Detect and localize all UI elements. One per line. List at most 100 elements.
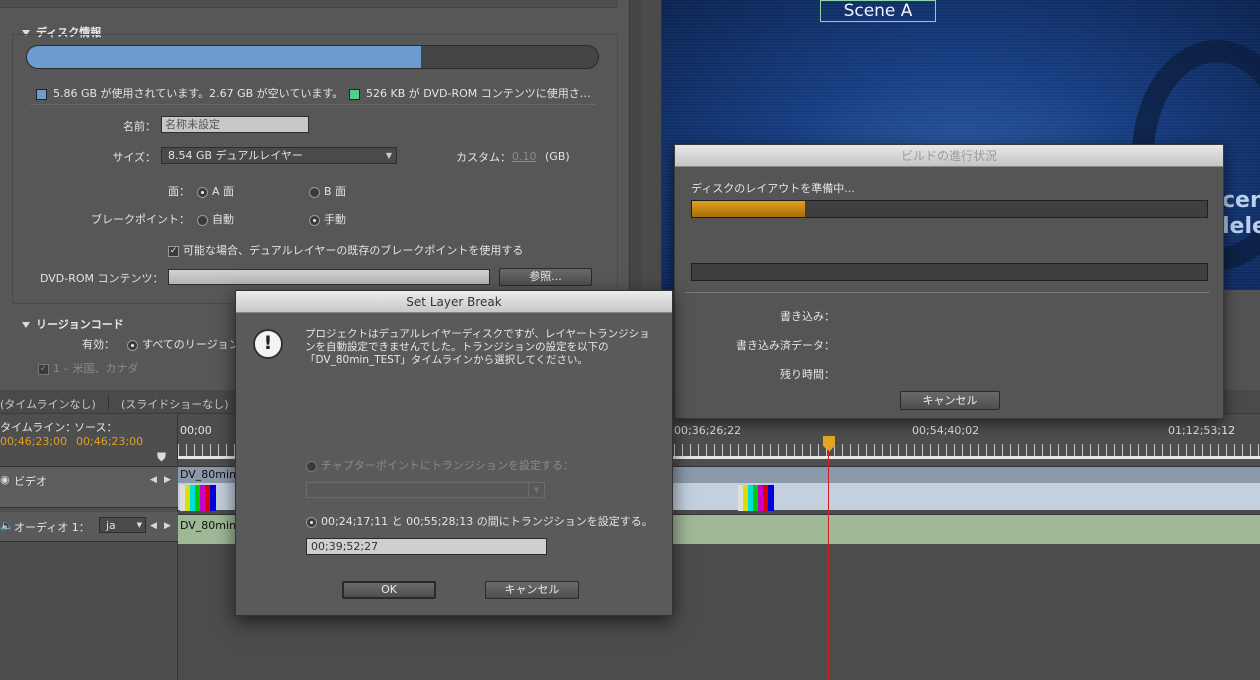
build-status-text: ディスクのレイアウトを準備中... — [691, 182, 855, 195]
custom-unit: (GB) — [545, 150, 570, 163]
rom-label: DVD-ROM コンテンツ： — [40, 272, 164, 285]
next-chapter-icon[interactable]: ▶ — [164, 475, 171, 485]
chapter-option-radio[interactable]: チャプターポイントにトランジションを設定する： — [306, 457, 574, 473]
used-legend-text: 5.86 GB が使用されています。2.67 GB が空いています。 — [53, 87, 344, 100]
remaining-label: 残り時間： — [780, 368, 835, 381]
disc-info-group — [12, 34, 618, 304]
dialog-message: プロジェクトはデュアルレイヤーディスクですが、レイヤートランジションを自動設定で… — [305, 328, 650, 366]
disc-usage-bar — [26, 45, 599, 69]
checkmark-icon: ✓ — [168, 245, 179, 257]
region-header[interactable]: リージョンコード — [22, 316, 124, 332]
build-progress-fill — [692, 201, 806, 217]
side-label: 面： — [168, 185, 190, 198]
write-label: 書き込み： — [780, 310, 835, 323]
ok-button[interactable]: OK — [342, 581, 436, 599]
radio-selected-icon — [127, 339, 138, 351]
side-a-radio[interactable]: A 面 — [197, 183, 234, 199]
monitor-edge-text: cen — [1222, 188, 1260, 213]
used-legend: 5.86 GB が使用されています。2.67 GB が空いています。 — [36, 85, 343, 101]
disc-usage-fill — [27, 46, 421, 68]
prev-chapter-icon[interactable]: ◀ — [150, 521, 157, 531]
all-regions-radio[interactable]: すべてのリージョン — [127, 336, 240, 352]
rom-legend-text: 526 KB が DVD-ROM コンテンツに使用さ… — [366, 87, 591, 100]
enabled-label: 有効： — [82, 338, 115, 351]
collapse-triangle-icon — [22, 322, 30, 328]
prev-chapter-icon[interactable]: ◀ — [150, 475, 157, 485]
monitor-edge-text-2: lele — [1222, 214, 1260, 239]
use-existing-label: 可能な場合、デュアルレイヤーの既存のブレークポイントを使用する — [183, 244, 524, 257]
ruler-label: 01;12;53;12 — [1168, 424, 1236, 437]
timeline-label: タイムライン： — [0, 421, 77, 434]
eye-icon[interactable]: ◉ — [0, 473, 10, 486]
radio-icon — [309, 186, 320, 198]
playhead-line — [828, 450, 829, 680]
video-track-label: ビデオ — [14, 475, 47, 488]
chapter-point-select[interactable]: ▼ — [306, 482, 545, 498]
ruler-label: 00;36;26;22 — [674, 424, 742, 437]
break-auto-label: 自動 — [212, 213, 234, 226]
alert-icon: ! — [253, 329, 283, 359]
audio-lang-value: ja — [106, 519, 116, 532]
build-progress-dialog: ビルドの進行状況 ディスクのレイアウトを準備中... 書き込み： 書き込み済デー… — [674, 144, 1224, 419]
break-manual-radio[interactable]: 手動 — [309, 211, 346, 227]
rom-legend: 526 KB が DVD-ROM コンテンツに使用さ… — [349, 85, 591, 101]
build-progress-bar — [691, 200, 1208, 218]
audio-clip-name: DV_80min — [180, 519, 237, 532]
break-manual-label: 手動 — [324, 213, 346, 226]
tab-timeline[interactable]: (タイムラインなし) — [0, 396, 96, 412]
name-label: 名前： — [123, 120, 156, 133]
build-secondary-bar — [691, 263, 1208, 281]
divider — [30, 104, 595, 105]
cancel-button[interactable]: キャンセル — [485, 581, 579, 599]
panel-splitter[interactable] — [641, 0, 662, 290]
radio-icon — [306, 460, 317, 472]
use-existing-checkbox[interactable]: ✓ 可能な場合、デュアルレイヤーの既存のブレークポイントを使用する — [168, 242, 523, 258]
name-field[interactable]: 名称未設定 — [161, 116, 309, 133]
break-auto-radio[interactable]: 自動 — [197, 211, 234, 227]
set-layer-break-dialog: Set Layer Break ! プロジェクトはデュアルレイヤーディスクですが… — [235, 290, 673, 616]
timeline-duration: 00;46;23;00 — [0, 435, 68, 448]
panel-top-strip — [0, 0, 618, 8]
chevron-down-icon: ▼ — [136, 521, 142, 529]
rom-path-field[interactable] — [168, 269, 490, 285]
radio-selected-icon — [306, 516, 317, 528]
audio-track-header: 🔈 オーディオ 1： ja ▼ ◀ ▶ — [0, 512, 178, 542]
radio-selected-icon — [197, 186, 208, 198]
region1-label: 1 – 米国、カナダ — [53, 362, 139, 375]
timecode-field[interactable]: 00;39;52;27 — [306, 538, 547, 555]
size-value: 8.54 GB デュアルレイヤー — [168, 149, 303, 162]
chevron-down-icon: ▼ — [385, 151, 392, 160]
custom-label: カスタム： — [456, 151, 511, 164]
tab-slideshow[interactable]: (スライドショーなし) — [121, 396, 229, 412]
add-marker-icon[interactable]: ⛊ — [157, 450, 166, 465]
source-duration: 00;46;23;00 — [76, 435, 144, 448]
speaker-icon[interactable]: 🔈 — [0, 519, 14, 532]
side-b-label: B 面 — [324, 185, 347, 198]
next-chapter-icon[interactable]: ▶ — [164, 521, 171, 531]
side-b-radio[interactable]: B 面 — [309, 183, 346, 199]
color-bars-thumbnail — [180, 485, 216, 511]
size-label: サイズ： — [112, 151, 156, 164]
browse-button[interactable]: 参照... — [499, 268, 592, 286]
all-regions-label: すべてのリージョン — [142, 338, 240, 351]
scene-button[interactable]: Scene A — [820, 0, 936, 22]
divider — [685, 292, 1210, 293]
ruler-label: 00;00 — [180, 424, 212, 437]
color-bars-thumbnail — [738, 485, 774, 511]
audio-track-label: オーディオ 1： — [14, 521, 90, 534]
audio-language-select[interactable]: ja ▼ — [99, 517, 146, 533]
video-track-header: ◉ ビデオ ◀ ▶ — [0, 466, 178, 508]
side-a-label: A 面 — [212, 185, 235, 198]
custom-value[interactable]: 0.10 — [512, 150, 537, 163]
build-cancel-button[interactable]: キャンセル — [900, 391, 1000, 410]
radio-icon — [197, 214, 208, 226]
region1-checkbox[interactable]: ✓ 1 – 米国、カナダ — [38, 360, 139, 376]
size-select[interactable]: 8.54 GB デュアルレイヤー ▼ — [161, 147, 397, 164]
source-label: ソース： — [74, 421, 118, 434]
video-clip-name: DV_80min — [180, 468, 237, 481]
range-option-radio[interactable]: 00;24;17;11 と 00;55;28;13 の間にトランジションを設定す… — [306, 513, 653, 529]
build-dialog-title: ビルドの進行状況 — [675, 145, 1223, 167]
radio-selected-icon — [309, 214, 320, 226]
checkmark-icon: ✓ — [38, 363, 49, 375]
used-swatch — [36, 88, 47, 100]
